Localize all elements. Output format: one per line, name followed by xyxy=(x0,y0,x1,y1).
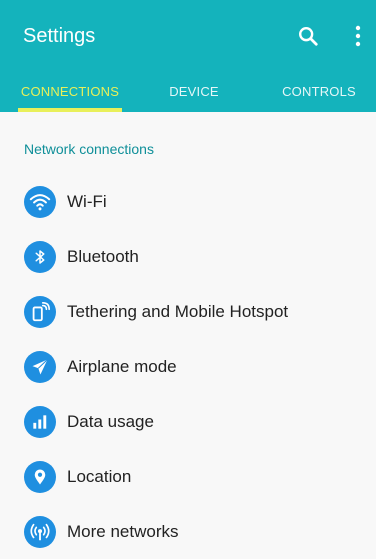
list-item-data-usage[interactable]: Data usage xyxy=(0,394,376,449)
tab-connections[interactable]: CONNECTIONS xyxy=(6,70,134,112)
list-item-label: Location xyxy=(67,466,132,486)
active-tab-indicator xyxy=(18,108,122,112)
section-header: Network connections xyxy=(24,141,154,157)
search-icon xyxy=(299,27,318,46)
list-item-location[interactable]: Location xyxy=(0,449,376,504)
more-vert-icon xyxy=(355,25,361,47)
list-item-label: More networks xyxy=(67,521,179,541)
list-item-airplane-mode[interactable]: Airplane mode xyxy=(0,339,376,394)
tab-bar: CONNECTIONS DEVICE CONTROLS xyxy=(0,70,376,112)
tab-device[interactable]: DEVICE xyxy=(144,70,244,112)
list-item-bluetooth[interactable]: Bluetooth xyxy=(0,229,376,284)
list-item-label: Data usage xyxy=(67,411,154,431)
hotspot-icon xyxy=(24,295,56,328)
list-item-label: Bluetooth xyxy=(67,246,139,266)
more-networks-icon xyxy=(24,515,56,548)
bluetooth-icon xyxy=(24,240,56,273)
tab-controls[interactable]: CONTROLS xyxy=(264,70,374,112)
wifi-icon xyxy=(24,185,56,218)
app-bar: Settings CONNECTIONS DEVICE CONTROLS xyxy=(0,0,376,112)
search-button[interactable] xyxy=(292,20,324,52)
list-item-wifi[interactable]: Wi-Fi xyxy=(0,174,376,229)
list-item-more-networks[interactable]: More networks xyxy=(0,504,376,559)
list-item-label: Wi-Fi xyxy=(67,191,107,211)
list-item-label: Tethering and Mobile Hotspot xyxy=(67,301,289,321)
page-title: Settings xyxy=(23,25,96,47)
title-row: Settings xyxy=(0,0,376,70)
list-item-label: Airplane mode xyxy=(67,356,177,376)
data-usage-icon xyxy=(24,405,56,438)
airplane-icon xyxy=(24,350,56,383)
location-icon xyxy=(24,460,56,493)
list-item-tethering[interactable]: Tethering and Mobile Hotspot xyxy=(0,284,376,339)
more-options-button[interactable] xyxy=(342,20,374,52)
